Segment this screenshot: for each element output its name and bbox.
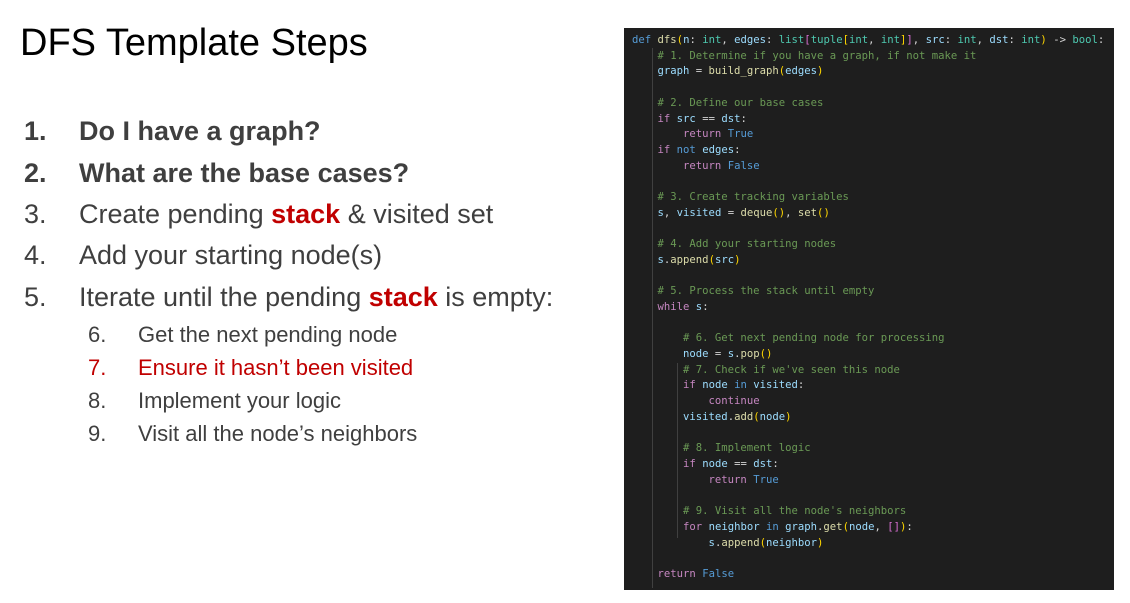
step-text: Create pending stack & visited set (79, 199, 493, 230)
step-text: Visit all the node’s neighbors (138, 421, 418, 446)
step-number: 4. (24, 240, 47, 270)
step-text: Ensure it hasn’t been visited (138, 355, 414, 380)
step-text: Iterate until the pending stack is empty… (79, 282, 553, 313)
code-lines: def dfs(n: int, edges: list[tuple[int, i… (632, 34, 1105, 580)
step-number: 2. (24, 158, 47, 188)
step-number: 7. (88, 355, 107, 380)
step-number: 6. (88, 322, 107, 347)
step-number: 1. (24, 116, 47, 146)
step-text-post: & visited set (340, 199, 494, 229)
step-number: 3. (24, 199, 47, 229)
step-text-pre: Iterate until the pending (79, 282, 369, 312)
stack-highlight: stack (271, 199, 341, 229)
step-number: 8. (88, 388, 107, 413)
step-text-post: is empty: (437, 282, 554, 312)
step-number: 5. (24, 282, 47, 312)
stack-highlight: stack (368, 282, 438, 312)
step-text-pre: Create pending (79, 199, 272, 229)
code-block: def dfs(n: int, edges: list[tuple[int, i… (632, 33, 1104, 583)
step-text: What are the base cases? (79, 158, 410, 188)
step-text: Implement your logic (138, 388, 341, 413)
step-text: Do I have a graph? (79, 116, 321, 146)
step-text: Add your starting node(s) (79, 240, 383, 270)
slide-title: DFS Template Steps (20, 22, 368, 64)
step-text: Get the next pending node (138, 322, 398, 347)
step-number: 9. (88, 421, 107, 446)
code-panel: def dfs(n: int, edges: list[tuple[int, i… (624, 28, 1114, 590)
